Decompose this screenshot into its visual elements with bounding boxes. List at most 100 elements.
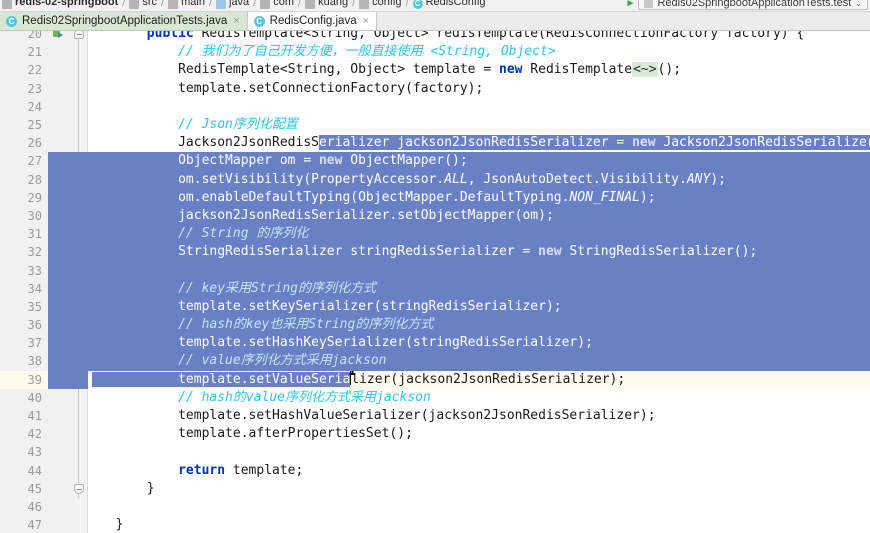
selection-stripe (48, 297, 70, 316)
chevron-down-icon: ⌄ (855, 0, 862, 8)
code-line[interactable]: 40 // hash的value序列化方式采用jackson (0, 388, 870, 407)
selected-code-span: StringRedisSerializer(); (561, 244, 758, 260)
fold-marker-icon[interactable] (73, 483, 84, 494)
selection-stripe (48, 352, 70, 371)
code-editor[interactable]: 20 public RedisTemplate<String, Object> … (0, 31, 870, 533)
code-text: template.setHashKeySerializer(stringRedi… (88, 334, 870, 353)
gutter-icon-col (48, 61, 70, 80)
code-span: RedisTemplate<String, Object> template = (178, 62, 499, 78)
selected-code-span: om.setVisibility(PropertyAccessor. (178, 171, 445, 187)
code-line[interactable]: 37 template.setHashKeySerializer(stringR… (0, 334, 870, 353)
code-text: om.enableDefaultTyping(ObjectMapper.Defa… (88, 188, 870, 207)
code-line[interactable]: 36 // hash的key也采用String的序列化方式 (0, 316, 870, 335)
selected-code-span: ); (710, 171, 726, 187)
tab-redis02springbootapplicationtests[interactable]: C Redis02SpringbootApplicationTests.java… (0, 12, 248, 30)
breadcrumb-item-class[interactable]: C RedisConfig (412, 0, 485, 9)
breadcrumb-separator: / (298, 0, 302, 9)
fold-col (70, 61, 88, 80)
code-line[interactable]: 41 template.setHashValueSerializer(jacks… (0, 406, 870, 426)
fold-col[interactable] (70, 479, 88, 498)
close-icon[interactable]: × (233, 15, 239, 27)
run-configuration-selector[interactable]: Redis02SpringbootApplicationTests.test ⌄ (638, 0, 868, 10)
code-line[interactable]: 47 } (0, 516, 870, 533)
code-line[interactable]: 31 // String 的序列化 (0, 225, 870, 244)
code-line[interactable]: 46 (0, 497, 870, 517)
line-number: 40 (0, 388, 48, 407)
line-number: 46 (0, 497, 48, 517)
breadcrumb-item-config[interactable]: config (359, 0, 402, 9)
code-line[interactable]: 20 public RedisTemplate<String, Object> … (0, 31, 870, 44)
static-field: ALL (444, 171, 468, 187)
comment: // hash的key也采用String的序列化方式 (178, 317, 434, 332)
line-number: 33 (0, 261, 48, 280)
code-line[interactable]: 32 StringRedisSerializer stringRedisSeri… (0, 243, 870, 262)
breadcrumb-item-src[interactable]: src (129, 0, 157, 9)
code-line[interactable]: 22 RedisTemplate<String, Object> templat… (0, 61, 870, 80)
code-line[interactable]: 29 om.enableDefaultTyping(ObjectMapper.D… (0, 188, 870, 207)
breadcrumb-item-com[interactable]: com (260, 0, 294, 9)
breadcrumb-item-java[interactable]: java (216, 0, 249, 9)
tab-bar-filler (377, 12, 870, 30)
code-line[interactable]: 45 } (0, 479, 870, 498)
keyword-new: new (632, 135, 656, 151)
run-icon[interactable]: ► (626, 0, 636, 9)
code-line[interactable]: 38 // value序列化方式采用jackson (0, 352, 870, 371)
code-line[interactable]: 33 (0, 261, 870, 280)
comment: // value序列化方式采用jackson (178, 353, 387, 369)
gutter-icon-col[interactable] (48, 31, 70, 44)
selection-stripe (70, 261, 88, 280)
selection-stripe (70, 316, 88, 335)
fold-marker-icon[interactable] (73, 31, 84, 40)
code-line[interactable]: 25 // Json序列化配置 (0, 115, 870, 135)
code-text: // 我们为了自己开发方便，一般直接使用 <String, Object> (88, 43, 870, 61)
code-line[interactable]: 43 (0, 443, 870, 462)
selection-stripe (70, 188, 88, 207)
fold-col[interactable] (70, 31, 88, 44)
breadcrumb-item-kuang[interactable]: kuang (305, 0, 348, 9)
tab-redisconfig[interactable]: C RedisConfig.java × (247, 12, 378, 30)
code-text: // value序列化方式采用jackson (88, 352, 870, 371)
breadcrumb-item-module[interactable]: redis-02-springboot (2, 0, 118, 9)
close-icon[interactable]: × (363, 15, 369, 27)
run-config-icon (644, 0, 654, 8)
breadcrumb-separator: / (161, 0, 165, 9)
keyword-public: public (146, 31, 194, 41)
code-line[interactable]: 28 om.setVisibility(PropertyAccessor.ALL… (0, 170, 870, 189)
code-line[interactable]: 42 template.afterPropertiesSet(); (0, 425, 870, 444)
line-number: 26 (0, 134, 48, 153)
selection-stripe (70, 225, 88, 244)
comment: // hash的value序列化方式采用jackson (178, 389, 431, 405)
type-inference-hint[interactable]: <~> (632, 62, 658, 78)
line-number: 20 (0, 31, 48, 44)
selection-stripe (70, 370, 88, 389)
selection-stripe (70, 297, 88, 316)
code-text: template.setValueSeria lizer(jackson2Json… (88, 370, 870, 389)
code-line[interactable]: 27 ObjectMapper om = new ObjectMapper(); (0, 152, 870, 171)
fold-col (70, 43, 88, 62)
folder-icon (260, 0, 271, 9)
folder-icon (359, 0, 370, 9)
static-field: NON_FINAL (569, 189, 640, 205)
breadcrumb-separator: / (208, 0, 212, 9)
spring-bean-icon[interactable] (53, 31, 65, 40)
code-line[interactable]: 44 return template; (0, 461, 870, 480)
selection-stripe (48, 225, 70, 244)
code-line[interactable]: 23 template.setConnectionFactory(factory… (0, 79, 870, 98)
class-icon: C (412, 0, 423, 9)
selected-code-span: template.setValueSeria (178, 371, 351, 387)
breadcrumb-item-main[interactable]: main (168, 0, 205, 9)
code-line[interactable]: 24 (0, 97, 870, 116)
code-line[interactable]: 35 template.setKeySerializer(stringRedis… (0, 297, 870, 316)
code-line[interactable]: 21 // 我们为了自己开发方便，一般直接使用 <String, Object> (0, 43, 870, 62)
code-text: template.setHashValueSerializer(jackson2… (88, 407, 870, 425)
line-number: 43 (0, 443, 48, 462)
code-line[interactable]: 26 Jackson2JsonRedisSerializer jackson2J… (0, 134, 870, 153)
code-line-current[interactable]: 39 template.setValueSeria lizer(jackson2J… (0, 370, 870, 389)
gutter-icon-col (48, 115, 70, 135)
fold-col (70, 134, 88, 153)
code-line[interactable]: 34 // key采用String的序列化方式 (0, 279, 870, 298)
tab-label: RedisConfig.java (269, 15, 357, 27)
fold-col (70, 79, 88, 98)
selected-code-span: , JsonAutoDetect.Visibility. (467, 171, 687, 187)
code-line[interactable]: 30 jackson2JsonRedisSerializer.setObject… (0, 206, 870, 226)
